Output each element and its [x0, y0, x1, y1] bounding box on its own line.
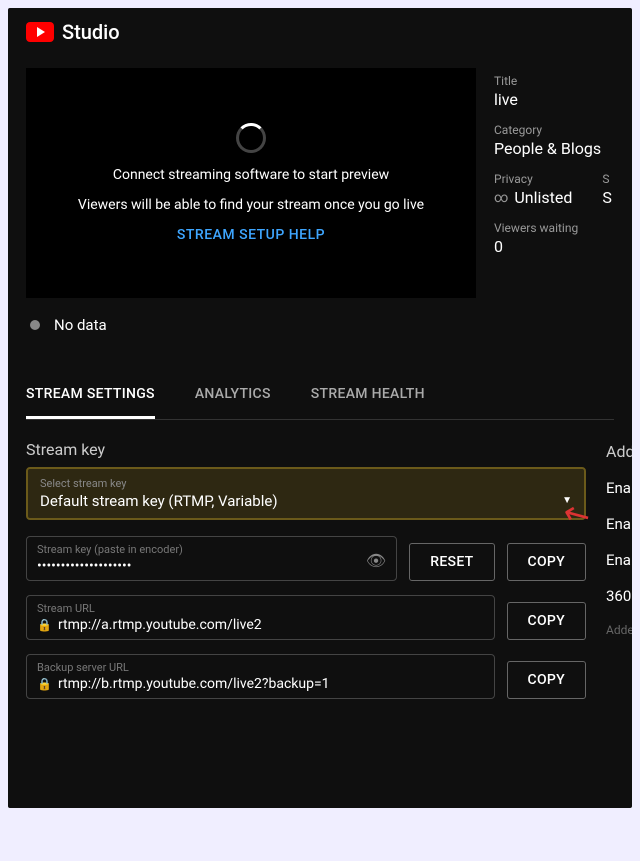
setting-1: Enab [606, 479, 632, 497]
loading-spinner-icon [236, 123, 266, 153]
preview-message-1: Connect streaming software to start prev… [113, 167, 389, 183]
copy-backup-button[interactable]: COPY [507, 661, 586, 699]
privacy-value: ∞ Unlisted [494, 188, 572, 207]
backup-url-field[interactable]: Backup server URL 🔒 rtmp://b.rtmp.youtub… [26, 654, 495, 699]
status-text: No data [54, 316, 107, 334]
category-label: Category [494, 123, 614, 137]
title-label: Title [494, 74, 614, 88]
lock-icon: 🔒 [37, 677, 52, 691]
app-header: Studio [8, 8, 632, 56]
stream-url-field[interactable]: Stream URL 🔒 rtmp://a.rtmp.youtube.com/l… [26, 595, 495, 640]
viewers-label: Viewers waiting [494, 221, 614, 235]
stream-setup-help-link[interactable]: STREAM SETUP HELP [177, 227, 325, 243]
url-label: Stream URL [37, 602, 484, 615]
additional-settings: Addi Enab Enab Enab 360° Added [606, 440, 632, 713]
privacy-label: Privacy [494, 172, 572, 186]
additional-title: Addi [606, 442, 632, 461]
stream-info-panel: Title live Category People & Blogs Priva… [494, 68, 614, 352]
select-label: Select stream key [40, 477, 572, 490]
lock-icon: 🔒 [37, 618, 52, 632]
s-value: S [602, 188, 612, 207]
tab-stream-health[interactable]: STREAM HEALTH [311, 372, 425, 419]
key-label: Stream key (paste in encoder) [37, 543, 386, 556]
setting-2: Enab [606, 515, 632, 533]
app-title: Studio [62, 20, 120, 44]
viewers-value: 0 [494, 237, 614, 256]
stream-key-title: Stream key [26, 440, 586, 459]
unlisted-icon: ∞ [494, 190, 508, 206]
copy-key-button[interactable]: COPY [507, 543, 586, 581]
stream-key-field[interactable]: Stream key (paste in encoder) ••••••••••… [26, 536, 397, 581]
stream-preview: Connect streaming software to start prev… [26, 68, 476, 298]
visibility-toggle-icon[interactable]: 👁 [366, 551, 386, 570]
select-value: Default stream key (RTMP, Variable) [40, 492, 572, 510]
url-value: 🔒 rtmp://a.rtmp.youtube.com/live2 [37, 617, 484, 633]
category-value: People & Blogs [494, 139, 614, 158]
stream-status: No data [26, 298, 476, 352]
tab-analytics[interactable]: ANALYTICS [195, 372, 271, 419]
settings-tabs: STREAM SETTINGS ANALYTICS STREAM HEALTH [26, 372, 614, 420]
backup-value: 🔒 rtmp://b.rtmp.youtube.com/live2?backup… [37, 676, 484, 692]
reset-button[interactable]: RESET [409, 543, 494, 581]
youtube-logo-icon [26, 22, 54, 42]
backup-label: Backup server URL [37, 661, 484, 674]
setting-4: 360° [606, 587, 632, 605]
title-value: live [494, 90, 614, 109]
setting-3: Enab [606, 551, 632, 569]
s-label: S [602, 172, 612, 186]
tab-stream-settings[interactable]: STREAM SETTINGS [26, 372, 155, 419]
added-label: Added [606, 623, 632, 637]
status-indicator-icon [30, 320, 40, 330]
key-value: •••••••••••••••••••• [37, 558, 386, 574]
copy-url-button[interactable]: COPY [507, 602, 586, 640]
preview-message-2: Viewers will be able to find your stream… [78, 197, 424, 213]
stream-key-select[interactable]: Select stream key Default stream key (RT… [26, 467, 586, 520]
